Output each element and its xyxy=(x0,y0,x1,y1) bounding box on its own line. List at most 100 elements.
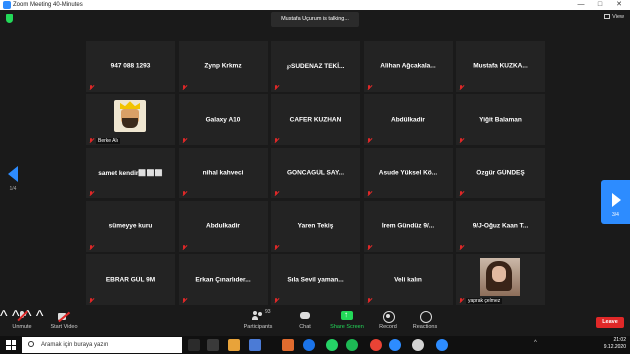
mic-muted-icon xyxy=(274,297,279,303)
previous-page-button[interactable]: 1/4 xyxy=(4,166,22,196)
participant-tile[interactable]: CAFER KUZHAN xyxy=(271,94,360,146)
system-clock[interactable]: 21:02 9.12.2020 xyxy=(604,337,626,351)
reactions-button[interactable]: Reactions xyxy=(411,310,439,330)
record-button[interactable]: Record xyxy=(376,310,400,330)
participant-name: CAFER KUZHAN xyxy=(289,116,342,124)
record-label: Record xyxy=(379,324,397,330)
participant-name: Abdulkadir xyxy=(206,222,240,230)
minimize-button[interactable]: — xyxy=(574,0,588,10)
participant-tile[interactable]: Zynp Krkmz xyxy=(178,41,268,92)
participant-tile[interactable]: 947 088 1293 xyxy=(86,41,175,92)
participant-tile[interactable]: Berke Alı xyxy=(86,94,175,146)
participant-tile[interactable]: Alihan Ağcakala... xyxy=(363,41,453,92)
mic-muted-icon xyxy=(89,297,94,303)
share-screen-label: Share Screen xyxy=(330,324,364,330)
participant-name: Erkan Çınarlıder... xyxy=(195,276,251,284)
grid-view-icon xyxy=(604,14,611,20)
participant-tile[interactable]: 9/J-Oğuz Kaan T... xyxy=(456,200,545,252)
unmute-button[interactable]: Unmute xyxy=(10,310,34,330)
mic-muted-icon xyxy=(182,138,187,143)
mic-muted-icon xyxy=(182,191,187,196)
audio-options-caret-icon[interactable]: ^ xyxy=(0,308,8,325)
participant-tile[interactable]: İrem Gündüz 9/... xyxy=(363,200,453,252)
window-title: Zoom Meeting 40-Minutes xyxy=(13,2,83,8)
mic-muted-icon xyxy=(367,244,372,250)
participant-tile[interactable]: nihal kahveci xyxy=(178,147,268,199)
page-indicator-right: 3/4 xyxy=(612,212,619,218)
clock-time: 21:02 xyxy=(613,337,626,343)
share-options-caret-icon[interactable]: ^ xyxy=(36,308,44,325)
participant-label: yaprak çelmez xyxy=(466,297,503,304)
participant-tile[interactable]: EBRAR GÜL 9M xyxy=(86,254,175,305)
folder-icon[interactable] xyxy=(228,339,240,351)
participant-name: Veli kalın xyxy=(394,276,422,284)
participant-tile[interactable]: Abdülkadir xyxy=(363,94,453,146)
participant-tile[interactable]: samet kendir⬜⬜⬜ xyxy=(86,147,175,199)
arrow-left-icon xyxy=(8,166,18,182)
close-button[interactable]: ✕ xyxy=(612,0,626,10)
taskbar-search-box[interactable]: Aramak için buraya yazın xyxy=(22,337,182,353)
mic-muted-icon xyxy=(182,84,187,90)
edge-icon[interactable] xyxy=(303,339,315,351)
spotify-icon[interactable] xyxy=(346,339,358,351)
participant-tile[interactable]: Abdulkadir xyxy=(178,200,268,252)
search-icon xyxy=(28,341,34,347)
participant-name: Galaxy A10 xyxy=(205,116,241,124)
participant-name: Asude Yüksel Kö... xyxy=(378,169,438,177)
participant-tile[interactable]: Asude Yüksel Kö... xyxy=(363,147,453,199)
unmute-label: Unmute xyxy=(12,324,32,330)
participants-button[interactable]: 93 Participants xyxy=(240,309,276,330)
chat-icon xyxy=(299,310,311,322)
participant-tile[interactable]: Yiğit Balaman xyxy=(456,94,545,146)
participant-tile[interactable]: Sıla Sevil yaman... xyxy=(271,254,360,305)
tray-expand-icon[interactable]: ^ xyxy=(534,340,537,346)
participant-tile[interactable]: GONCAGÜL SAY... xyxy=(271,147,360,199)
zoom-icon-2[interactable] xyxy=(436,339,448,351)
participant-tile[interactable]: Özgür GÜNDEŞ xyxy=(456,147,545,199)
participant-tile[interactable]: Mustafa KUZKA... xyxy=(456,41,545,92)
view-button[interactable]: View xyxy=(604,14,624,20)
whatsapp-icon[interactable] xyxy=(326,339,338,351)
participant-tile[interactable]: Galaxy A10 xyxy=(178,94,268,146)
participant-tile[interactable]: Veli kalın xyxy=(363,254,453,305)
participant-grid: 947 088 1293 Zynp Krkmz ℘SUDENAZ TEKİ... Al… xyxy=(86,41,545,305)
start-video-button[interactable]: Start Video xyxy=(48,310,80,330)
store-icon[interactable] xyxy=(249,339,261,351)
maximize-button[interactable]: □ xyxy=(593,0,607,10)
security-shield-icon[interactable] xyxy=(6,14,13,23)
start-video-label: Start Video xyxy=(50,324,78,330)
taskbar-search-placeholder: Aramak için buraya yazın xyxy=(41,342,109,348)
chat-button[interactable]: Chat xyxy=(294,310,316,330)
participant-tile[interactable]: yaprak çelmez xyxy=(456,254,545,305)
mic-muted-icon xyxy=(459,84,464,90)
participant-name: Alihan Ağcakala... xyxy=(380,62,436,70)
page-indicator-left: 1/4 xyxy=(9,186,17,192)
participant-name: Yiğit Balaman xyxy=(479,116,522,124)
participant-name: Yaren Tekiş xyxy=(297,222,334,230)
file-explorer-icon[interactable] xyxy=(207,339,219,351)
participant-tile[interactable]: sümeyye kuru xyxy=(86,200,175,252)
app-icon[interactable] xyxy=(282,339,294,351)
mic-muted-icon xyxy=(274,191,279,196)
windows-start-icon[interactable] xyxy=(6,340,16,350)
mic-muted-icon xyxy=(89,84,94,90)
participant-tile[interactable]: ℘SUDENAZ TEKİ... xyxy=(271,41,360,92)
opera-icon[interactable] xyxy=(370,339,382,351)
windows-taskbar: Aramak için buraya yazın ^ 21:02 9.12.20… xyxy=(0,336,630,354)
task-view-icon[interactable] xyxy=(188,339,200,351)
microphone-muted-icon xyxy=(16,310,28,322)
zoom-icon[interactable] xyxy=(389,339,401,351)
next-page-button[interactable]: 3/4 xyxy=(601,180,630,224)
participant-name: Zynp Krkmz xyxy=(204,62,242,70)
participant-tile[interactable]: Erkan Çınarlıder... xyxy=(178,254,268,305)
participant-tile[interactable]: Yaren Tekiş xyxy=(271,200,360,252)
leave-button[interactable]: Leave xyxy=(596,317,624,328)
participant-name: EBRAR GÜL 9M xyxy=(105,276,156,284)
app-icon-2[interactable] xyxy=(412,339,424,351)
participant-name: İrem Gündüz 9/... xyxy=(381,222,435,230)
share-screen-button[interactable]: Share Screen xyxy=(329,310,365,330)
participant-name: nihal kahveci xyxy=(202,169,244,177)
participant-video xyxy=(480,258,520,297)
mic-muted-icon xyxy=(367,297,372,303)
participants-label: Participants xyxy=(243,324,273,330)
